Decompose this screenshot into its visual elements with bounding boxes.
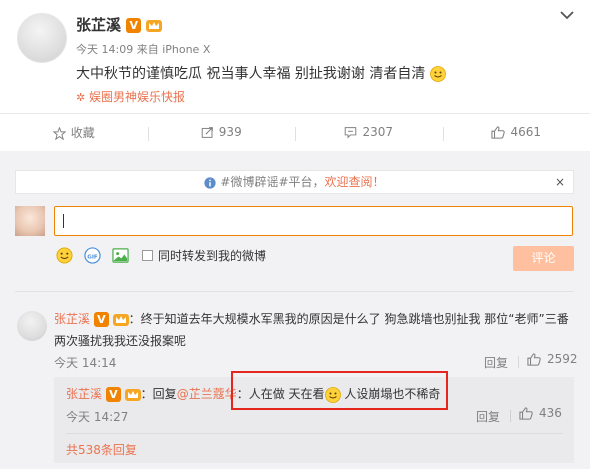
- like-button[interactable]: 4661: [442, 125, 590, 141]
- sub-reply-prefix: ：回复: [140, 387, 177, 401]
- divider: [15, 291, 574, 292]
- sub-reply-like-button[interactable]: 436: [519, 406, 562, 420]
- action-bar: 收藏 939 2307 4661: [0, 114, 590, 150]
- forward-button[interactable]: 939: [147, 125, 296, 141]
- favorite-button[interactable]: 收藏: [0, 124, 148, 141]
- post-source[interactable]: ✲ 娱圈男神娱乐快报: [76, 88, 185, 105]
- close-icon[interactable]: ×: [555, 171, 565, 193]
- post-text: 大中秋节的谨慎吃瓜 祝当事人幸福 别扯我谢谢 清者自清: [76, 66, 426, 82]
- rumor-notice: #微博辟谣#平台，欢迎查阅！ ×: [15, 170, 574, 194]
- star-icon: [52, 126, 66, 140]
- forward-count: 939: [218, 125, 242, 139]
- post-author[interactable]: 张芷溪 V: [76, 14, 163, 35]
- thumbs-up-icon: [527, 352, 541, 366]
- highlight-annotation: [231, 371, 448, 410]
- forward-option[interactable]: 同时转发到我的微博: [142, 247, 266, 264]
- info-icon: [204, 176, 217, 189]
- author-name[interactable]: 张芷溪: [76, 16, 121, 34]
- divider: [518, 356, 519, 368]
- crown-icon: [112, 312, 129, 327]
- comment-like-button[interactable]: 2592: [527, 352, 578, 366]
- comment-input[interactable]: [54, 206, 573, 236]
- notice-link[interactable]: 欢迎查阅！: [325, 175, 385, 189]
- verified-badge: V: [126, 18, 142, 33]
- sub-reply-author[interactable]: 张芷溪: [66, 387, 102, 401]
- emoji-icon[interactable]: [56, 247, 73, 264]
- forward-icon: [201, 127, 213, 138]
- comment-author[interactable]: 张芷溪: [54, 312, 90, 326]
- sub-reply-mention[interactable]: @芷兰蔻华: [177, 387, 237, 401]
- post-content: 大中秋节的谨慎吃瓜 祝当事人幸福 别扯我谢谢 清者自清: [76, 63, 446, 83]
- sub-reply-like-count: 436: [539, 406, 562, 420]
- comment-text: ：终于知道去年大规模水军黑我的原因是什么了 狗急跳墙也别扯我 那位“老师”三番两…: [54, 312, 569, 348]
- sub-reply-reply-button[interactable]: 回复: [476, 408, 500, 425]
- gif-icon[interactable]: GIF: [84, 247, 101, 264]
- like-count: 4661: [510, 125, 542, 139]
- sub-reply-time: 今天 14:27: [66, 410, 129, 424]
- divider: [510, 410, 511, 422]
- favorite-label: 收藏: [70, 125, 95, 140]
- more-replies-link[interactable]: 共538条回复: [66, 441, 137, 458]
- thumbs-up-icon: [519, 406, 533, 420]
- thumbs-up-icon: [491, 126, 506, 139]
- post-meta: 今天 14:09 来自 iPhone X: [76, 43, 211, 56]
- divider: [66, 433, 563, 434]
- comment-count: 2307: [362, 125, 394, 139]
- flower-icon: ✲: [76, 91, 86, 104]
- svg-text:GIF: GIF: [87, 254, 98, 260]
- source-name[interactable]: 娱圈男神娱乐快报: [89, 90, 185, 104]
- crown-icon: [124, 387, 141, 402]
- smile-emoji-icon: [429, 66, 446, 82]
- comment-body: 张芷溪 V ：终于知道去年大规模水军黑我的原因是什么了 狗急跳墙也别扯我 那位“…: [54, 308, 574, 352]
- image-icon[interactable]: [112, 247, 129, 264]
- comment-avatar[interactable]: [17, 311, 47, 341]
- comment-like-count: 2592: [547, 352, 578, 366]
- notice-text: #微博辟谣#平台，: [220, 175, 325, 189]
- submit-comment-button[interactable]: 评论: [513, 246, 574, 271]
- forward-label: 同时转发到我的微博: [158, 249, 267, 263]
- author-avatar[interactable]: [17, 13, 67, 63]
- text-cursor: [63, 214, 64, 228]
- comment-time: 今天 14:14: [54, 356, 117, 370]
- comment-icon: [345, 127, 357, 139]
- verified-badge: V: [93, 312, 109, 327]
- forward-checkbox[interactable]: [142, 250, 153, 261]
- chevron-down-icon[interactable]: [560, 10, 574, 20]
- comment-button[interactable]: 2307: [295, 125, 443, 141]
- my-avatar: [15, 206, 45, 236]
- comment-reply-button[interactable]: 回复: [484, 354, 508, 371]
- crown-icon: [146, 18, 163, 33]
- verified-badge: V: [105, 387, 121, 402]
